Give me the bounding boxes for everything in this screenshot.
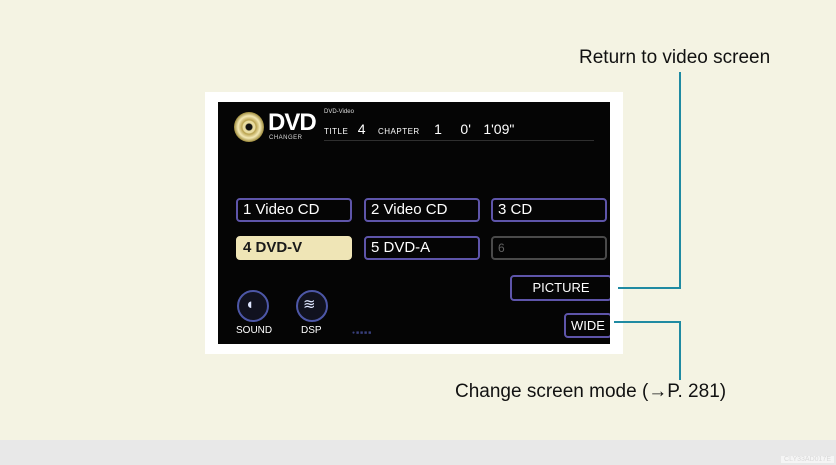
disc-4-button[interactable]: 4 DVD-V bbox=[236, 236, 352, 260]
sound-label: SOUND bbox=[236, 325, 273, 336]
wide-button[interactable]: WIDE bbox=[564, 313, 610, 338]
return-callout-arrow bbox=[618, 287, 681, 289]
dsp-icon: ≋ bbox=[303, 296, 316, 313]
disc-6-button[interactable]: 6 bbox=[491, 236, 607, 260]
return-callout: Return to video screen bbox=[579, 47, 771, 68]
mode-label: DVD-Video bbox=[324, 109, 354, 115]
volume-indicator: ●■■■■ bbox=[352, 330, 373, 336]
dsp-label: DSP bbox=[301, 325, 322, 336]
sound-button[interactable]: ◖ bbox=[237, 290, 269, 322]
track-info: TITLE 4 CHAPTER 1 0' 1'09" bbox=[324, 121, 514, 139]
dsp-button[interactable]: ≋ bbox=[296, 290, 328, 322]
disc-1-button[interactable]: 1 Video CD bbox=[236, 198, 352, 222]
title-number: 4 bbox=[357, 121, 366, 137]
change-callout: Change screen mode (→P. 281) bbox=[455, 381, 727, 402]
disc-icon bbox=[234, 112, 264, 142]
chapter-label: CHAPTER bbox=[377, 127, 420, 136]
change-callout-arrow bbox=[614, 321, 681, 323]
return-callout-line bbox=[679, 72, 681, 288]
picture-button[interactable]: PICTURE bbox=[510, 275, 610, 301]
change-callout-line bbox=[679, 322, 681, 380]
manual-panel: DVD CHANGER DVD-Video TITLE 4 CHAPTER 1 … bbox=[0, 0, 836, 440]
disc-3-button[interactable]: 3 CD bbox=[491, 198, 607, 222]
dvd-changer-screen: DVD CHANGER DVD-Video TITLE 4 CHAPTER 1 … bbox=[218, 102, 610, 344]
time-seconds: 1'09" bbox=[483, 121, 515, 137]
time-minutes: 0' bbox=[460, 121, 471, 137]
speaker-icon: ◖ bbox=[245, 296, 255, 313]
header-divider bbox=[324, 140, 594, 141]
image-code: CLY33AD017E bbox=[781, 456, 834, 463]
disc-5-button[interactable]: 5 DVD-A bbox=[364, 236, 480, 260]
dvd-logo: DVD bbox=[268, 109, 317, 136]
chapter-number: 1 bbox=[434, 121, 442, 137]
disc-2-button[interactable]: 2 Video CD bbox=[364, 198, 480, 222]
changer-label: CHANGER bbox=[269, 135, 303, 141]
title-label: TITLE bbox=[324, 127, 349, 136]
